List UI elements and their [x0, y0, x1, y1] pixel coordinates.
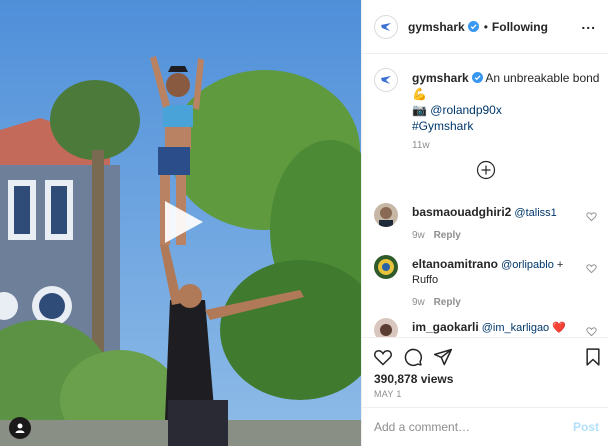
- load-more-comments-icon[interactable]: [476, 160, 496, 180]
- avatar-image: [374, 203, 398, 227]
- play-icon[interactable]: [157, 197, 207, 247]
- comment-username[interactable]: basmaouadghiri2: [412, 205, 511, 219]
- comment-body: im_gaokarli @im_karligao ❤️: [412, 320, 580, 336]
- comment-timestamp[interactable]: 9w: [412, 297, 425, 308]
- separator-dot: •: [483, 19, 488, 34]
- comment-meta: 9w Reply: [412, 228, 580, 243]
- add-comment-input[interactable]: [374, 418, 564, 436]
- avatar-image: [374, 255, 398, 279]
- following-button[interactable]: Following: [492, 20, 548, 34]
- comment-timestamp[interactable]: 9w: [412, 230, 425, 241]
- caption-author-avatar[interactable]: [374, 68, 398, 92]
- caption-timestamp[interactable]: 11w: [412, 138, 602, 154]
- post-date[interactable]: MAY 1: [374, 389, 402, 399]
- reply-button[interactable]: Reply: [434, 297, 461, 308]
- commenter-avatar[interactable]: [374, 203, 398, 227]
- share-paper-plane-icon[interactable]: [433, 347, 453, 367]
- caption-emoji: 💪: [412, 87, 427, 101]
- post-header: gymshark • Following: [362, 0, 608, 54]
- caption-hashtag-link[interactable]: #Gymshark: [412, 119, 473, 133]
- camera-emoji: 📷: [412, 103, 427, 117]
- comment-mention-link[interactable]: @orlipablo: [501, 259, 554, 271]
- comment-mention-link[interactable]: @im_karligao: [482, 322, 549, 334]
- verified-badge-icon: [471, 72, 483, 83]
- caption-text: An unbreakable bond: [485, 71, 600, 85]
- caption-body: gymshark An unbreakable bond 💪 📷 @roland…: [412, 70, 602, 154]
- comment-item: basmaouadghiri2 @taliss1 9w Reply: [374, 203, 599, 243]
- person-icon: [15, 423, 25, 433]
- like-comment-heart-icon[interactable]: [586, 211, 597, 222]
- add-comment-bar: Post: [362, 407, 608, 446]
- comment-item: eltanoamitrano @orlipablo + Ruffo 9w Rep…: [374, 255, 599, 310]
- gymshark-logo-icon: [381, 22, 391, 31]
- user-tag-icon[interactable]: [9, 417, 31, 439]
- comment-username[interactable]: im_gaokarli: [412, 320, 479, 334]
- post-actions-bar: 390,878 views MAY 1: [362, 337, 608, 407]
- comment-emoji: ❤️: [552, 322, 566, 334]
- views-count[interactable]: 390,878 views: [374, 372, 453, 386]
- post-side-panel: gymshark • Following ... gymshark An unb…: [361, 0, 608, 446]
- comment-bubble-icon[interactable]: [403, 347, 423, 367]
- post-video[interactable]: [0, 0, 361, 446]
- more-options-button[interactable]: ...: [581, 16, 596, 32]
- author-username[interactable]: gymshark: [408, 20, 465, 34]
- caption-mention-link[interactable]: @rolandp90x: [430, 103, 502, 117]
- like-heart-icon[interactable]: [373, 347, 393, 367]
- comment-username[interactable]: eltanoamitrano: [412, 257, 498, 271]
- commenter-avatar[interactable]: [374, 255, 398, 279]
- comment-body: eltanoamitrano @orlipablo + Ruffo 9w Rep…: [412, 257, 580, 310]
- comment-body: basmaouadghiri2 @taliss1 9w Reply: [412, 205, 580, 243]
- like-comment-heart-icon[interactable]: [586, 326, 597, 337]
- author-avatar[interactable]: [374, 14, 398, 39]
- save-bookmark-icon[interactable]: [583, 347, 603, 367]
- like-comment-heart-icon[interactable]: [586, 263, 597, 274]
- verified-badge-icon: [467, 21, 479, 32]
- reply-button[interactable]: Reply: [434, 230, 461, 241]
- post-comment-button[interactable]: Post: [573, 420, 599, 434]
- gymshark-logo-icon: [381, 76, 391, 84]
- comment-meta: 9w Reply: [412, 295, 580, 310]
- comment-mention-link[interactable]: @taliss1: [514, 207, 556, 219]
- caption-username[interactable]: gymshark: [412, 71, 469, 85]
